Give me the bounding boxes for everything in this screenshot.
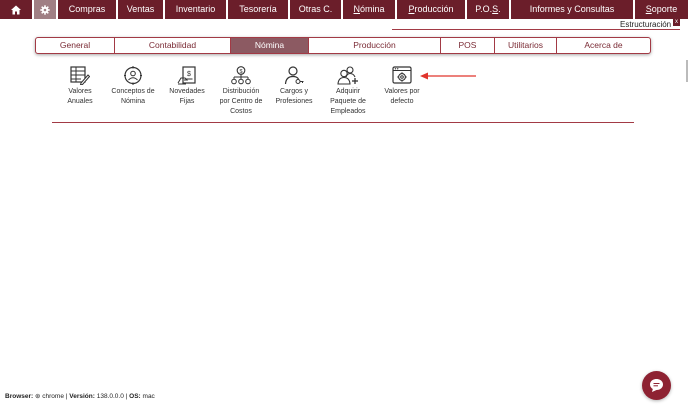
tab-acerca-de[interactable]: Acerca de bbox=[557, 38, 650, 53]
browser-info: Browser: ⊛ chrome | Versión: 138.0.0.0 |… bbox=[5, 393, 155, 400]
gear-icon bbox=[40, 4, 50, 15]
menu-otras-c[interactable]: Otras C. bbox=[290, 0, 342, 19]
icon-label: Valores por defecto bbox=[384, 88, 420, 105]
section-title: Estructuración bbox=[620, 20, 672, 29]
svg-text:$: $ bbox=[187, 71, 191, 78]
tab-utilitarios[interactable]: Utilitarios bbox=[495, 38, 557, 53]
chrome-icon: ⊛ bbox=[35, 393, 41, 400]
icon-label: Distribución por Centro de Costos bbox=[219, 88, 263, 115]
tab-pos[interactable]: POS bbox=[441, 38, 495, 53]
menu-inventario[interactable]: Inventario bbox=[165, 0, 227, 19]
tab-general[interactable]: General bbox=[36, 38, 115, 53]
menu-ventas[interactable]: Ventas bbox=[118, 0, 164, 19]
person-key-icon bbox=[284, 66, 304, 85]
conceptos-nomina-button[interactable]: Conceptos de Nómina bbox=[103, 66, 163, 107]
icon-label: Valores Anuales bbox=[67, 88, 93, 105]
chat-button[interactable] bbox=[642, 371, 671, 400]
document-money-icon: $ bbox=[177, 66, 196, 85]
icon-label: Cargos y Profesiones bbox=[275, 88, 313, 105]
close-icon[interactable]: x bbox=[673, 19, 680, 26]
target-person-icon bbox=[124, 66, 142, 85]
top-menu-bar: Compras Ventas Inventario Tesorería Otra… bbox=[0, 0, 688, 19]
home-button[interactable] bbox=[0, 0, 33, 19]
valores-anuales-button[interactable]: Valores Anuales bbox=[50, 66, 110, 107]
menu-compras[interactable]: Compras bbox=[58, 0, 117, 19]
add-users-icon bbox=[337, 66, 358, 85]
icon-label: Adquirir Paquete de Empleados bbox=[330, 88, 366, 115]
menu-nomina[interactable]: Nómina bbox=[343, 0, 396, 19]
settings-button[interactable] bbox=[34, 0, 57, 19]
annotation-arrow-icon bbox=[420, 72, 476, 80]
window-gear-icon bbox=[392, 66, 412, 84]
tab-produccion[interactable]: Producción bbox=[309, 38, 441, 53]
icon-label: Conceptos de Nómina bbox=[111, 88, 155, 105]
distribucion-centro-costos-button[interactable]: $ Distribución por Centro de Costos bbox=[211, 66, 271, 117]
spreadsheet-edit-icon bbox=[70, 66, 90, 85]
svg-text:$: $ bbox=[239, 69, 242, 75]
cargos-profesiones-button[interactable]: Cargos y Profesiones bbox=[264, 66, 324, 107]
novedades-fijas-button[interactable]: $ Novedades Fijas bbox=[157, 66, 217, 107]
menu-tesoreria[interactable]: Tesorería bbox=[228, 0, 289, 19]
chat-bubble-icon bbox=[650, 379, 663, 392]
menu-produccion[interactable]: Producción bbox=[397, 0, 466, 19]
menu-soporte[interactable]: Soporte bbox=[635, 0, 688, 19]
adquirir-paquete-empleados-button[interactable]: Adquirir Paquete de Empleados bbox=[318, 66, 378, 117]
section-title-underline bbox=[392, 29, 680, 30]
tab-nomina[interactable]: Nómina bbox=[231, 38, 309, 53]
menu-pos[interactable]: P.O.S. bbox=[467, 0, 510, 19]
home-icon bbox=[11, 5, 21, 14]
icon-label: Novedades Fijas bbox=[169, 88, 205, 105]
menu-informes-consultas[interactable]: Informes y Consultas bbox=[511, 0, 634, 19]
section-divider bbox=[52, 122, 634, 123]
tab-contabilidad[interactable]: Contabilidad bbox=[115, 38, 231, 53]
distribution-tree-icon: $ bbox=[231, 66, 251, 85]
module-tab-bar: General Contabilidad Nómina Producción P… bbox=[35, 37, 651, 54]
